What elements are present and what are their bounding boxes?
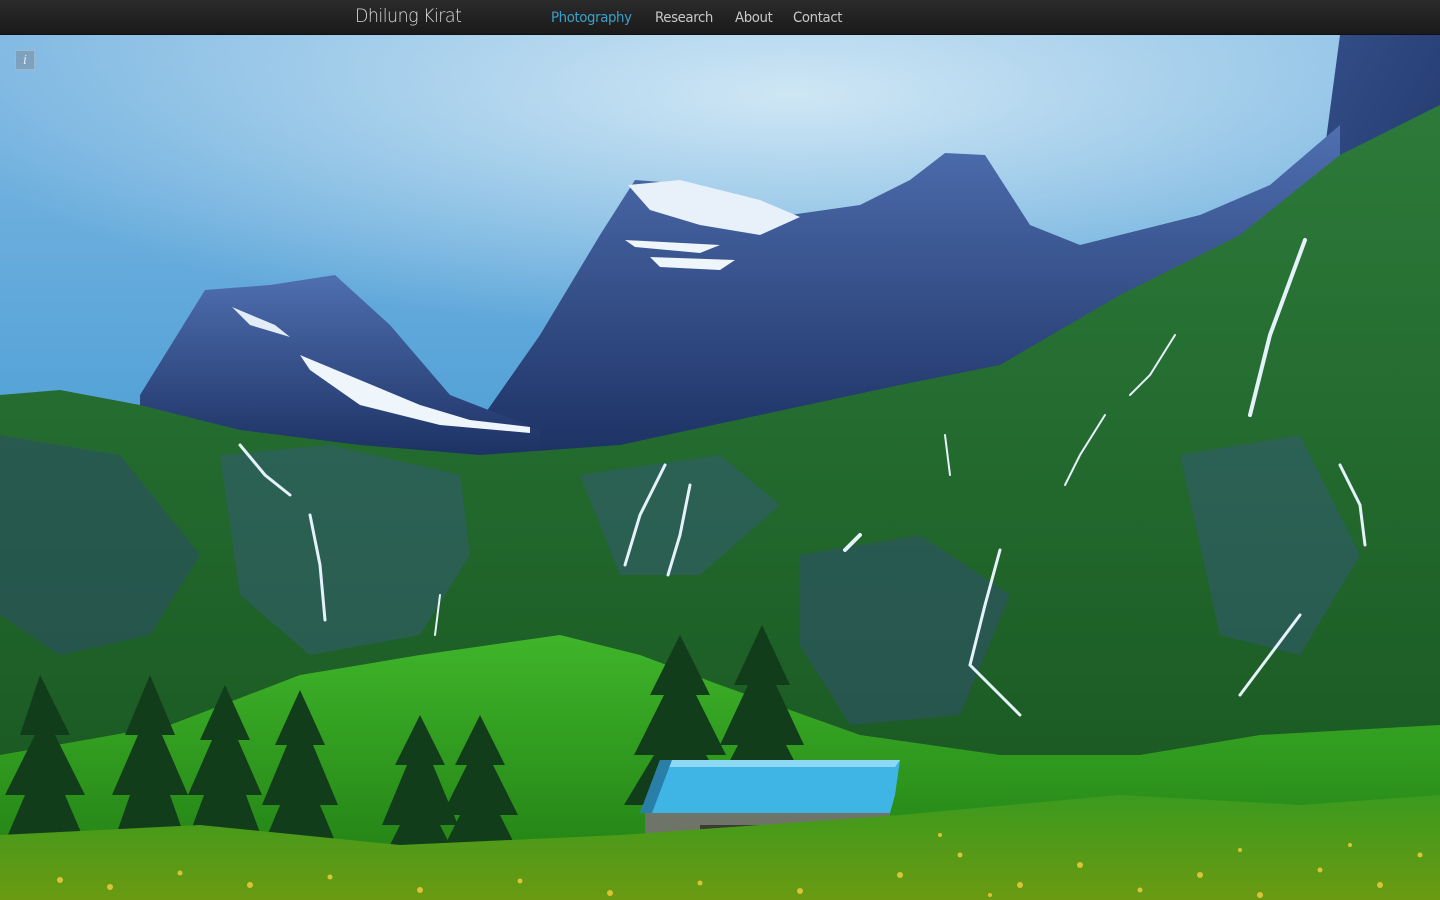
nav-contact[interactable]: Contact (793, 10, 842, 26)
nav-research[interactable]: Research (655, 10, 713, 26)
landscape-illustration (0, 35, 1440, 900)
nav-about[interactable]: About (735, 10, 773, 26)
main-nav: Photography Research About Contact (551, 10, 845, 26)
info-icon[interactable]: i (15, 50, 35, 70)
site-title-link[interactable]: Dhilung Kirat (355, 5, 462, 27)
background-photo (0, 35, 1440, 900)
nav-photography[interactable]: Photography (551, 10, 632, 26)
top-navigation-bar: Dhilung Kirat Photography Research About… (0, 0, 1440, 35)
